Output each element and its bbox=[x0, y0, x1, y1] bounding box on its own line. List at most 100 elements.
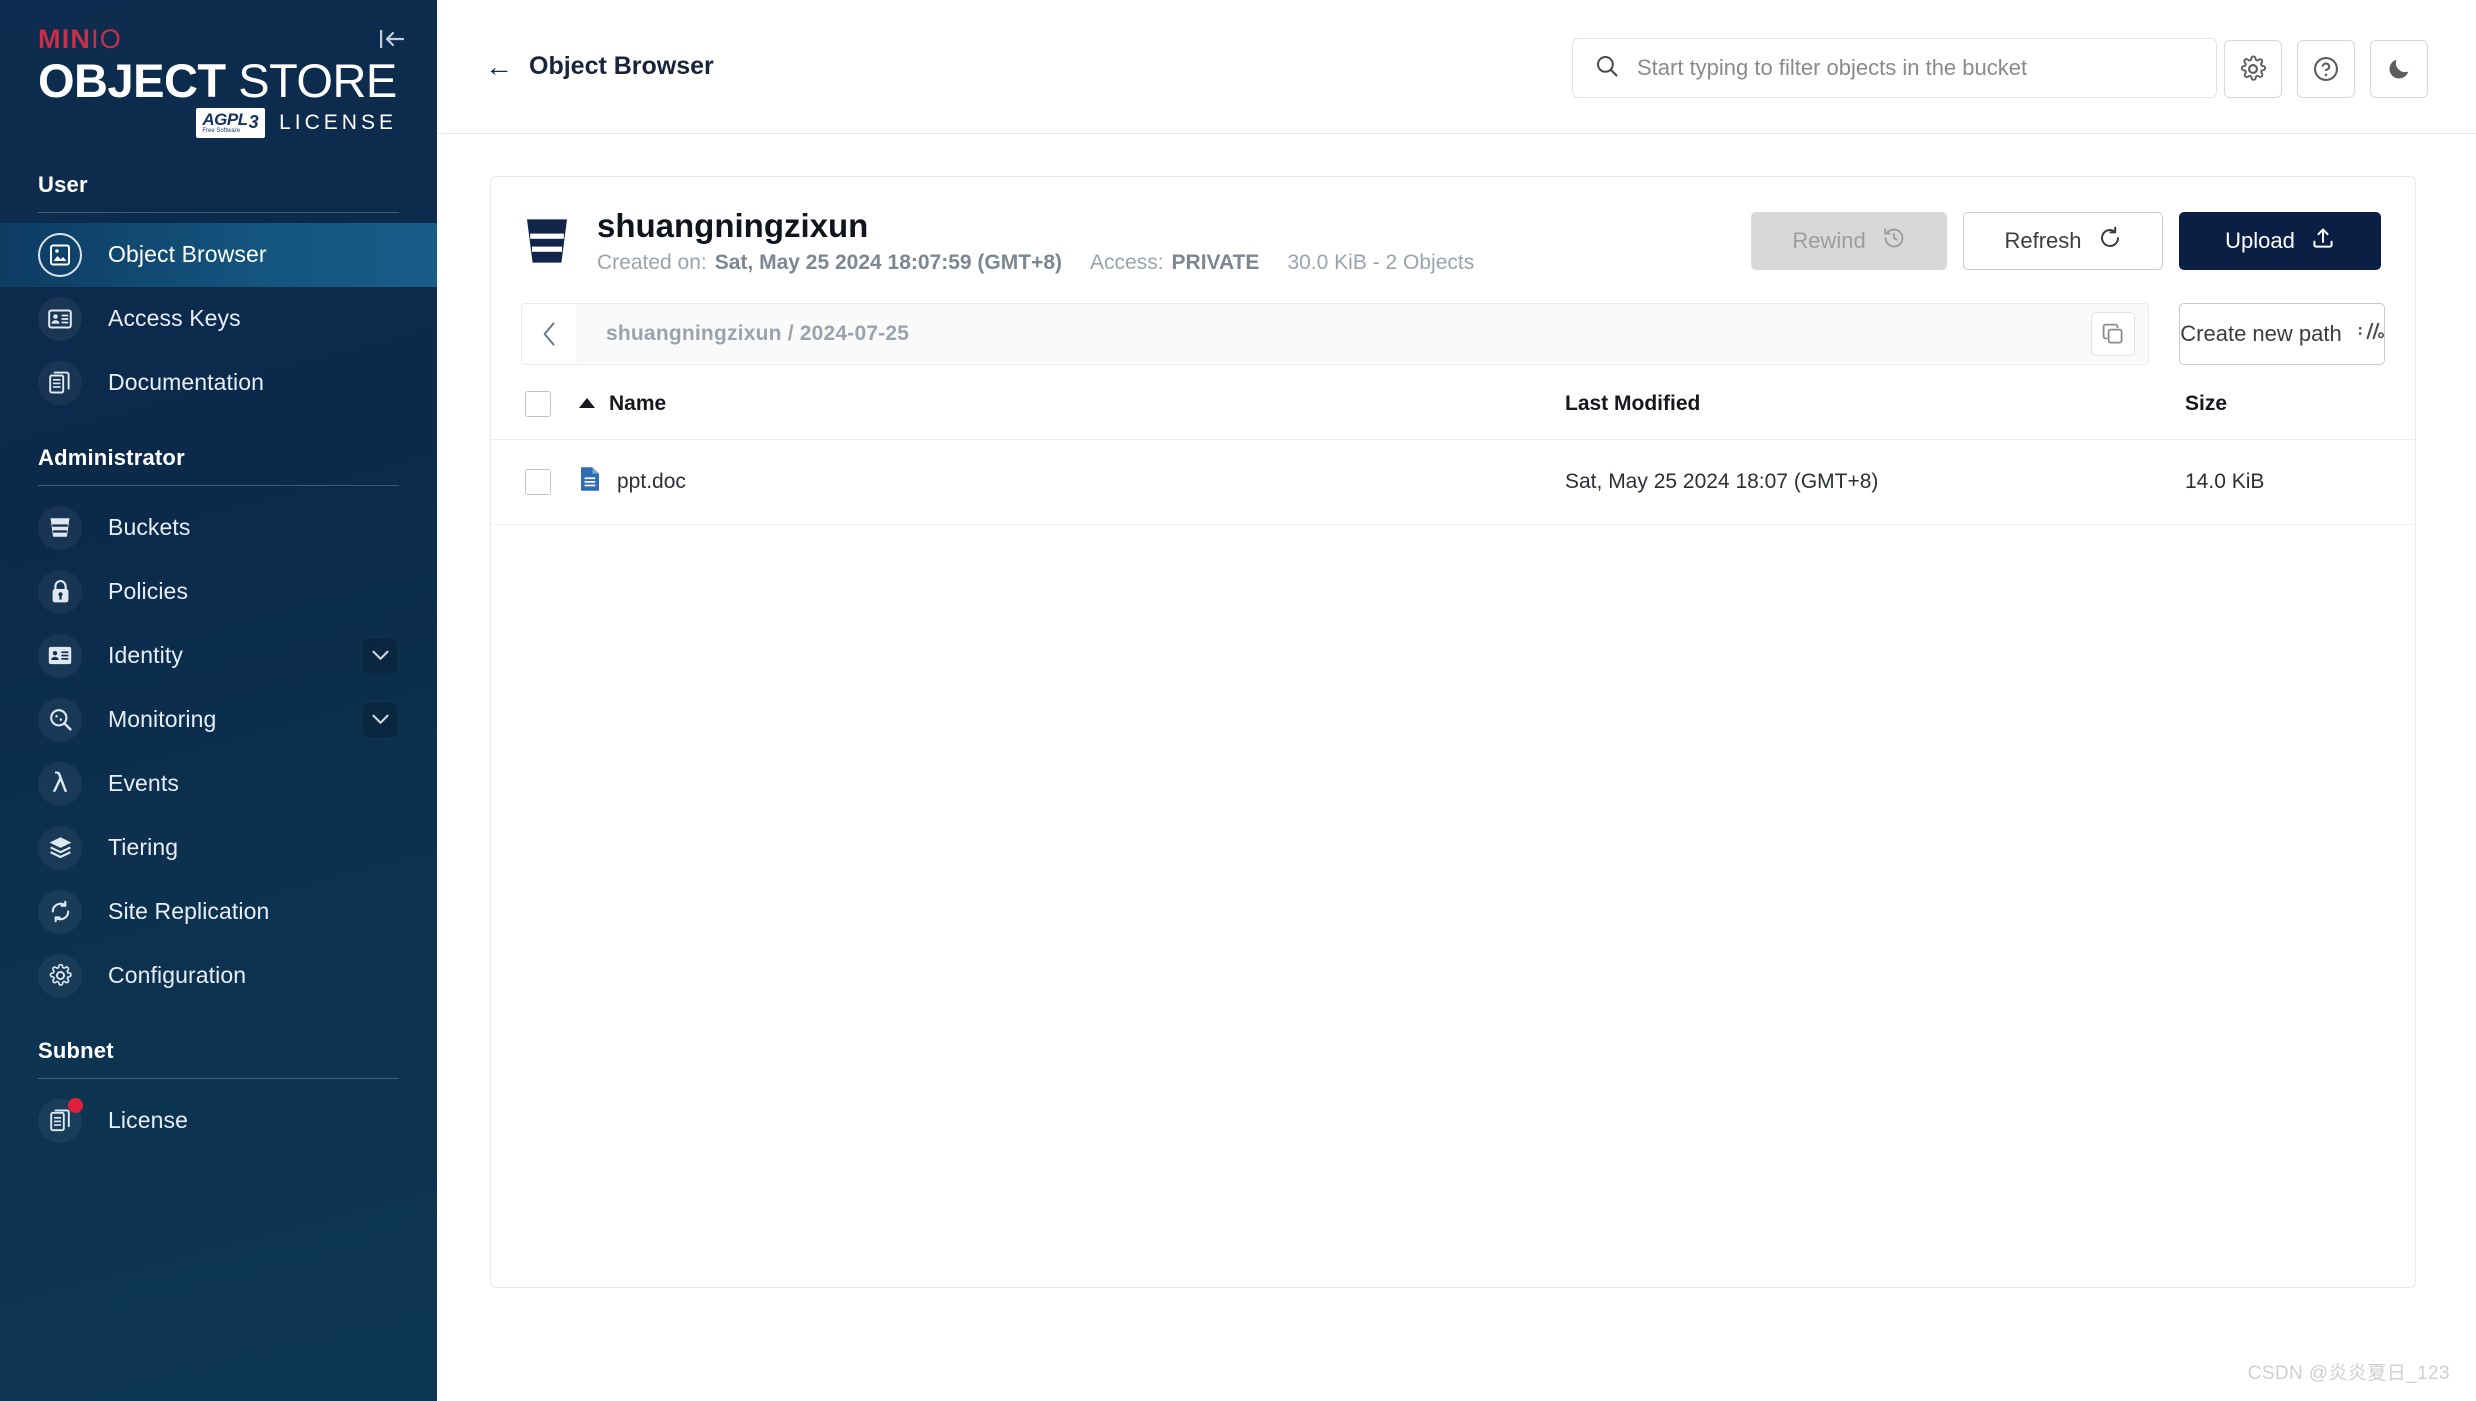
sidebar-item-site-replication[interactable]: Site Replication bbox=[0, 880, 437, 944]
sidebar-section-subnet: Subnet bbox=[0, 1038, 437, 1064]
sidebar-item-label: Monitoring bbox=[108, 706, 216, 733]
main-content: ← Object Browser bbox=[437, 0, 2476, 1401]
sidebar-item-monitoring[interactable]: Monitoring bbox=[0, 688, 437, 752]
row-size: 14.0 KiB bbox=[2185, 439, 2415, 524]
bucket-name: shuangningzixun bbox=[597, 207, 1474, 245]
sidebar-item-object-browser[interactable]: Object Browser bbox=[0, 223, 437, 287]
create-new-path-label: Create new path bbox=[2180, 321, 2341, 347]
copy-path-button[interactable] bbox=[2078, 304, 2148, 364]
rewind-button[interactable]: Rewind bbox=[1751, 212, 1947, 270]
upload-icon bbox=[2311, 226, 2335, 256]
agpl-version: 3 bbox=[249, 113, 259, 131]
search-bar[interactable] bbox=[1572, 38, 2217, 98]
theme-button[interactable] bbox=[2370, 40, 2428, 98]
documentation-icon bbox=[38, 361, 82, 405]
chevron-down-icon[interactable] bbox=[363, 639, 397, 673]
sidebar-item-buckets[interactable]: Buckets bbox=[0, 496, 437, 560]
spacer bbox=[0, 415, 437, 445]
spacer bbox=[0, 1008, 437, 1038]
bucket-info: shuangningzixun Created on: Sat, May 25 … bbox=[597, 207, 1474, 275]
bucket-actions: Rewind Refresh bbox=[1751, 212, 2381, 270]
table-header: Name Last Modified Size bbox=[491, 391, 2415, 440]
column-size-label: Size bbox=[2185, 392, 2227, 415]
back-arrow-icon[interactable]: ← bbox=[485, 53, 513, 81]
row-last-modified: Sat, May 25 2024 18:07 (GMT+8) bbox=[1565, 439, 2185, 524]
sidebar-item-label: Configuration bbox=[108, 962, 246, 989]
objects-table: Name Last Modified Size bbox=[491, 391, 2415, 525]
upload-button[interactable]: Upload bbox=[2179, 212, 2381, 270]
agpl-text: AGPL Free Software bbox=[202, 111, 247, 134]
sidebar-item-configuration[interactable]: Configuration bbox=[0, 944, 437, 1008]
row-checkbox[interactable] bbox=[525, 469, 551, 495]
breadcrumb-path[interactable]: shuangningzixun / 2024-07-25 bbox=[578, 304, 2078, 364]
table-row[interactable]: ppt.doc Sat, May 25 2024 18:07 (GMT+8) 1… bbox=[491, 439, 2415, 524]
breadcrumb-back-button[interactable] bbox=[522, 304, 578, 364]
back-to-object-browser[interactable]: ← Object Browser bbox=[485, 52, 714, 81]
chevron-down-icon[interactable] bbox=[363, 703, 397, 737]
sidebar-item-license[interactable]: License bbox=[0, 1089, 437, 1153]
sidebar-item-access-keys[interactable]: Access Keys bbox=[0, 287, 437, 351]
bucket-meta: Created on: Sat, May 25 2024 18:07:59 (G… bbox=[597, 251, 1474, 275]
sidebar-item-label: Site Replication bbox=[108, 898, 269, 925]
watermark: CSDN @炎炎夏日_123 bbox=[2248, 1358, 2450, 1385]
upload-label: Upload bbox=[2225, 228, 2295, 254]
collapse-sidebar-icon[interactable] bbox=[375, 22, 409, 56]
create-new-path-button[interactable]: Create new path bbox=[2179, 303, 2385, 365]
created-value: Sat, May 25 2024 18:07:59 (GMT+8) bbox=[715, 251, 1062, 275]
sidebar-item-label: Buckets bbox=[108, 514, 191, 541]
access-value: PRIVATE bbox=[1172, 251, 1260, 275]
object-browser-icon bbox=[38, 233, 82, 277]
lock-icon bbox=[38, 570, 82, 614]
sidebar-item-label: Policies bbox=[108, 578, 188, 605]
row-select-cell bbox=[491, 439, 579, 524]
gear-icon bbox=[38, 954, 82, 998]
agpl-label: AGPL bbox=[202, 110, 247, 129]
refresh-label: Refresh bbox=[2004, 228, 2081, 254]
help-button[interactable] bbox=[2297, 40, 2355, 98]
settings-button[interactable] bbox=[2224, 40, 2282, 98]
agpl-badge: AGPL Free Software 3 bbox=[196, 108, 265, 138]
store-text: STORE bbox=[226, 54, 397, 107]
minio-text-io: IO bbox=[91, 24, 122, 54]
rewind-label: Rewind bbox=[1792, 228, 1865, 254]
column-header-name[interactable]: Name bbox=[579, 391, 1565, 440]
search-input[interactable] bbox=[1637, 55, 2194, 81]
sidebar-section-administrator: Administrator bbox=[0, 445, 437, 471]
select-all-header bbox=[491, 391, 579, 440]
table-header-row: Name Last Modified Size bbox=[491, 391, 2415, 440]
created-label: Created on: bbox=[597, 251, 707, 275]
monitoring-icon bbox=[38, 698, 82, 742]
sidebar-item-tiering[interactable]: Tiering bbox=[0, 816, 437, 880]
sidebar-item-events[interactable]: λ Events bbox=[0, 752, 437, 816]
sidebar-item-documentation[interactable]: Documentation bbox=[0, 351, 437, 415]
column-header-last-modified[interactable]: Last Modified bbox=[1565, 391, 2185, 440]
access-keys-icon bbox=[38, 297, 82, 341]
brand-logo: MINIO OBJECT STORE AGPL Free Software 3 … bbox=[0, 0, 437, 138]
top-action-buttons bbox=[2224, 40, 2428, 98]
refresh-button[interactable]: Refresh bbox=[1963, 212, 2163, 270]
bucket-summary: 30.0 KiB - 2 Objects bbox=[1287, 251, 1474, 275]
content-area: shuangningzixun Created on: Sat, May 25 … bbox=[437, 134, 2476, 1288]
chevron-left-icon bbox=[541, 321, 559, 347]
sidebar-item-label: Access Keys bbox=[108, 305, 241, 332]
divider bbox=[38, 212, 399, 213]
breadcrumb-row: shuangningzixun / 2024-07-25 Create ne bbox=[491, 303, 2415, 365]
divider bbox=[38, 1078, 399, 1079]
select-all-checkbox[interactable] bbox=[525, 391, 551, 417]
column-last-modified-label: Last Modified bbox=[1565, 392, 1700, 415]
sort-ascending-icon bbox=[579, 398, 595, 408]
sidebar-item-policies[interactable]: Policies bbox=[0, 560, 437, 624]
path-icon bbox=[2358, 320, 2384, 348]
replication-icon bbox=[38, 890, 82, 934]
topbar: ← Object Browser bbox=[437, 0, 2476, 134]
search-icon bbox=[1595, 54, 1619, 83]
column-header-size[interactable]: Size bbox=[2185, 391, 2415, 440]
bucket-header: shuangningzixun Created on: Sat, May 25 … bbox=[491, 177, 2415, 303]
row-name-label: ppt.doc bbox=[617, 470, 686, 494]
page-title: Object Browser bbox=[529, 52, 714, 81]
sidebar: MINIO OBJECT STORE AGPL Free Software 3 … bbox=[0, 0, 437, 1401]
sidebar-item-identity[interactable]: Identity bbox=[0, 624, 437, 688]
copy-icon bbox=[2091, 312, 2135, 356]
sidebar-item-label: Object Browser bbox=[108, 241, 267, 268]
object-browser-card: shuangningzixun Created on: Sat, May 25 … bbox=[490, 176, 2416, 1288]
